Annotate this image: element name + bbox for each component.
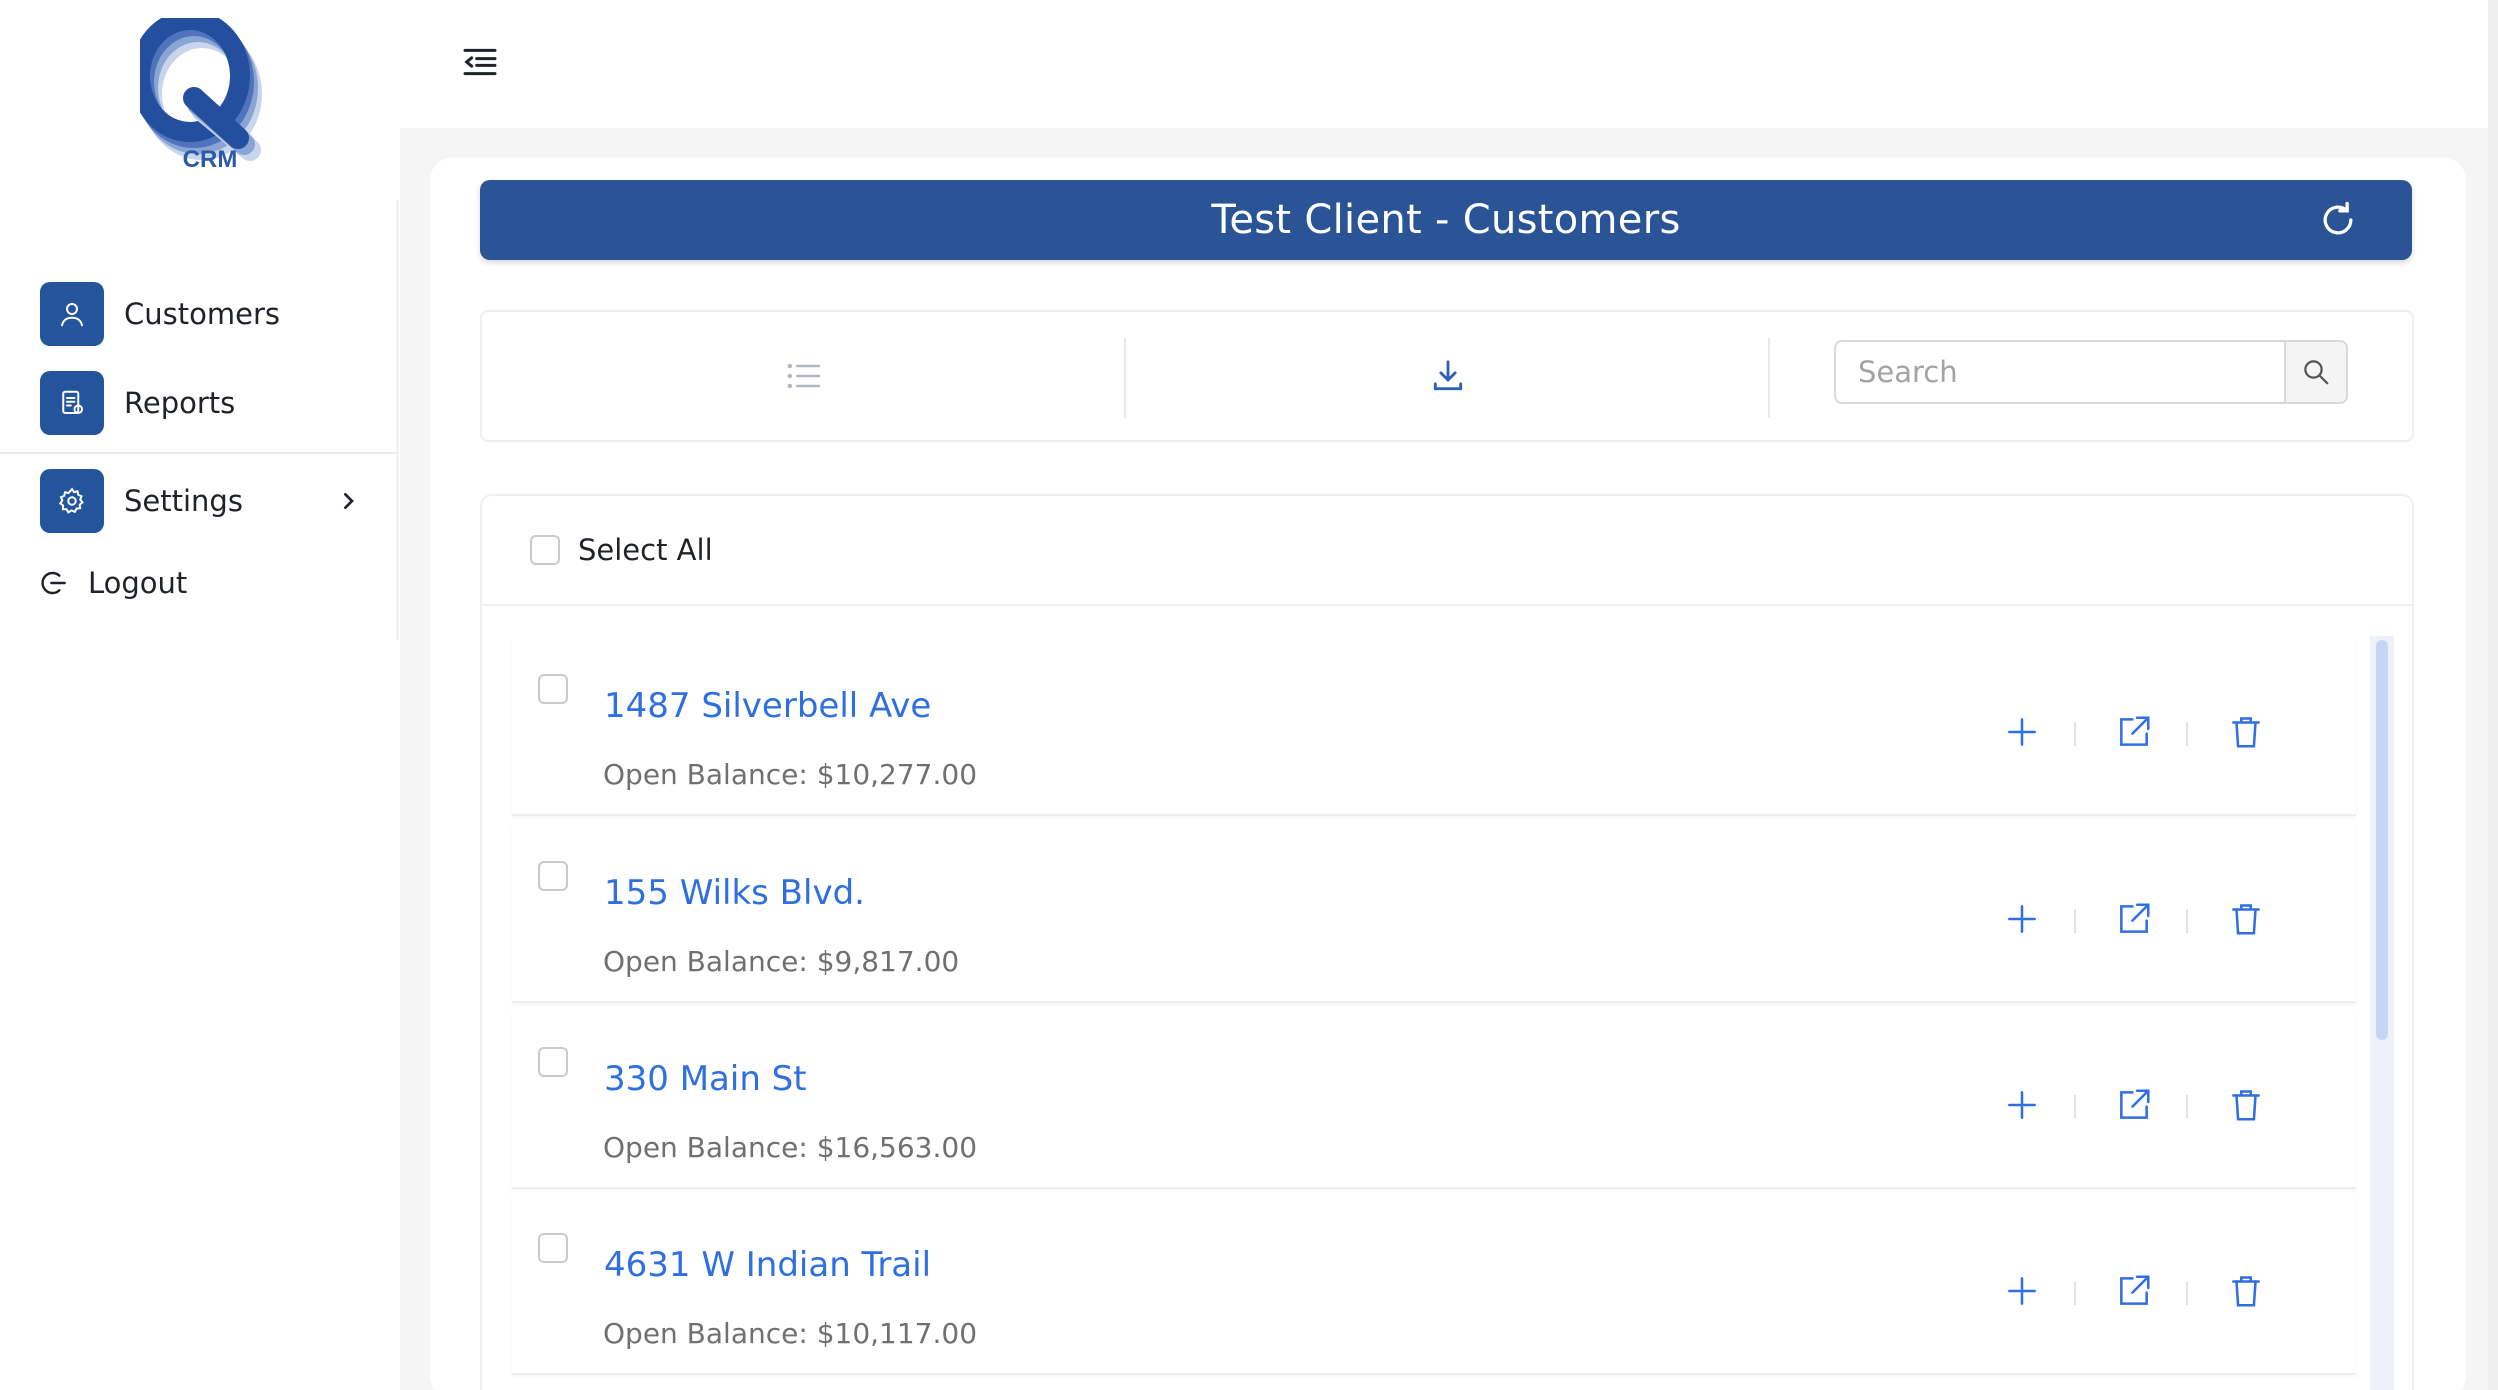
plus-icon: [2008, 1277, 2036, 1305]
customer-balance: Open Balance: $10,117.00: [603, 1317, 978, 1350]
app-root: CRM Customers Reports Settings Logout Te…: [0, 0, 2498, 1390]
gear-icon: [40, 469, 104, 533]
list-scrollbar[interactable]: [2370, 636, 2394, 1390]
select-all-row: Select All: [482, 496, 2412, 606]
action-separator: [2186, 1095, 2188, 1119]
toolbar: [480, 310, 2414, 442]
trash-icon: [2232, 904, 2260, 935]
customer-row: 4631 W Indian Trail Open Balance: $10,11…: [512, 1195, 2356, 1375]
action-separator: [2074, 722, 2076, 746]
list-view-button[interactable]: [780, 352, 828, 400]
add-button[interactable]: [1998, 1267, 2046, 1315]
delete-button[interactable]: [2222, 1081, 2270, 1129]
sidebar-divider: [0, 452, 396, 454]
trash-icon: [2232, 717, 2260, 748]
logout-label: Logout: [88, 566, 188, 600]
action-separator: [2074, 909, 2076, 933]
customer-balance: Open Balance: $10,277.00: [603, 758, 978, 791]
customer-name-link[interactable]: 330 Main St: [604, 1059, 807, 1099]
top-bar: [400, 0, 2498, 128]
user-icon: [40, 282, 104, 346]
download-button[interactable]: [1424, 352, 1472, 400]
customer-list: 1487 Silverbell Ave Open Balance: $10,27…: [512, 636, 2356, 1390]
open-external-button[interactable]: [2110, 895, 2158, 943]
add-button[interactable]: [1998, 708, 2046, 756]
delete-button[interactable]: [2222, 895, 2270, 943]
scrollbar-thumb[interactable]: [2376, 640, 2388, 1040]
search-icon: [2304, 360, 2329, 385]
action-separator: [2074, 1095, 2076, 1119]
app-logo[interactable]: CRM: [140, 18, 280, 178]
sidebar-item-customers[interactable]: Customers: [40, 282, 280, 346]
logout-icon: [41, 571, 66, 595]
row-checkbox[interactable]: [538, 861, 568, 891]
plus-icon: [2008, 718, 2036, 746]
sidebar: CRM Customers Reports Settings Logout: [0, 0, 400, 1390]
sidebar-item-reports[interactable]: Reports: [40, 371, 235, 435]
report-icon: [40, 371, 104, 435]
trash-icon: [2232, 1090, 2260, 1121]
sidebar-item-label: Settings: [124, 484, 243, 518]
row-actions: [1998, 708, 2298, 756]
sidebar-item-settings[interactable]: Settings: [40, 469, 370, 533]
trash-icon: [2232, 1276, 2260, 1307]
customer-name-link[interactable]: 4631 W Indian Trail: [604, 1245, 931, 1285]
action-separator: [2186, 909, 2188, 933]
sidebar-item-label: Customers: [124, 297, 280, 331]
customer-row: 1487 Silverbell Ave Open Balance: $10,27…: [512, 636, 2356, 816]
chevron-right-icon[interactable]: [332, 485, 364, 517]
row-actions: [1998, 1267, 2298, 1315]
select-all-label: Select All: [578, 533, 713, 567]
logo-text: CRM: [182, 146, 238, 173]
row-checkbox[interactable]: [538, 674, 568, 704]
delete-button[interactable]: [2222, 708, 2270, 756]
search-box: [1834, 340, 2348, 404]
search-button[interactable]: [2284, 342, 2346, 402]
row-actions: [1998, 1081, 2298, 1129]
open-external-button[interactable]: [2110, 1081, 2158, 1129]
logout-button[interactable]: Logout: [38, 566, 187, 600]
plus-icon: [2008, 905, 2036, 933]
customer-row: 330 Main St Open Balance: $16,563.00: [512, 1009, 2356, 1189]
open-external-button[interactable]: [2110, 708, 2158, 756]
toolbar-cell-download: [1126, 312, 1770, 440]
external-link-icon: [2120, 716, 2150, 746]
customer-list-card: Select All 1487 Silverbell Ave Open Bala…: [480, 494, 2414, 1390]
page-header: Test Client - Customers: [480, 180, 2412, 260]
customer-balance: Open Balance: $9,817.00: [603, 945, 960, 978]
sidebar-edge: [396, 200, 399, 640]
customer-row: 155 Wilks Blvd. Open Balance: $9,817.00: [512, 823, 2356, 1003]
customer-name-link[interactable]: 1487 Silverbell Ave: [604, 686, 931, 726]
row-actions: [1998, 895, 2298, 943]
refresh-icon[interactable]: [2316, 198, 2360, 242]
toolbar-separator: [1768, 338, 1770, 418]
add-button[interactable]: [1998, 1081, 2046, 1129]
action-separator: [2074, 1281, 2076, 1305]
select-all-checkbox[interactable]: [530, 535, 560, 565]
plus-icon: [2008, 1091, 2036, 1119]
row-checkbox[interactable]: [538, 1047, 568, 1077]
page-title: Test Client - Customers: [1211, 197, 1681, 243]
download-icon: [1433, 360, 1463, 391]
sidebar-item-label: Reports: [124, 386, 236, 420]
external-link-icon: [2120, 1089, 2150, 1119]
add-button[interactable]: [1998, 895, 2046, 943]
list-icon: [787, 363, 821, 389]
menu-collapse-icon[interactable]: [460, 42, 500, 82]
external-link-icon: [2120, 1275, 2150, 1305]
toolbar-cell-list: [482, 312, 1126, 440]
customer-balance: Open Balance: $16,563.00: [603, 1131, 978, 1164]
action-separator: [2186, 722, 2188, 746]
search-input[interactable]: [1836, 342, 2284, 402]
delete-button[interactable]: [2222, 1267, 2270, 1315]
customer-name-link[interactable]: 155 Wilks Blvd.: [604, 873, 865, 913]
open-external-button[interactable]: [2110, 1267, 2158, 1315]
action-separator: [2186, 1281, 2188, 1305]
row-checkbox[interactable]: [538, 1233, 568, 1263]
external-link-icon: [2120, 903, 2150, 933]
window-edge: [2488, 0, 2498, 1390]
